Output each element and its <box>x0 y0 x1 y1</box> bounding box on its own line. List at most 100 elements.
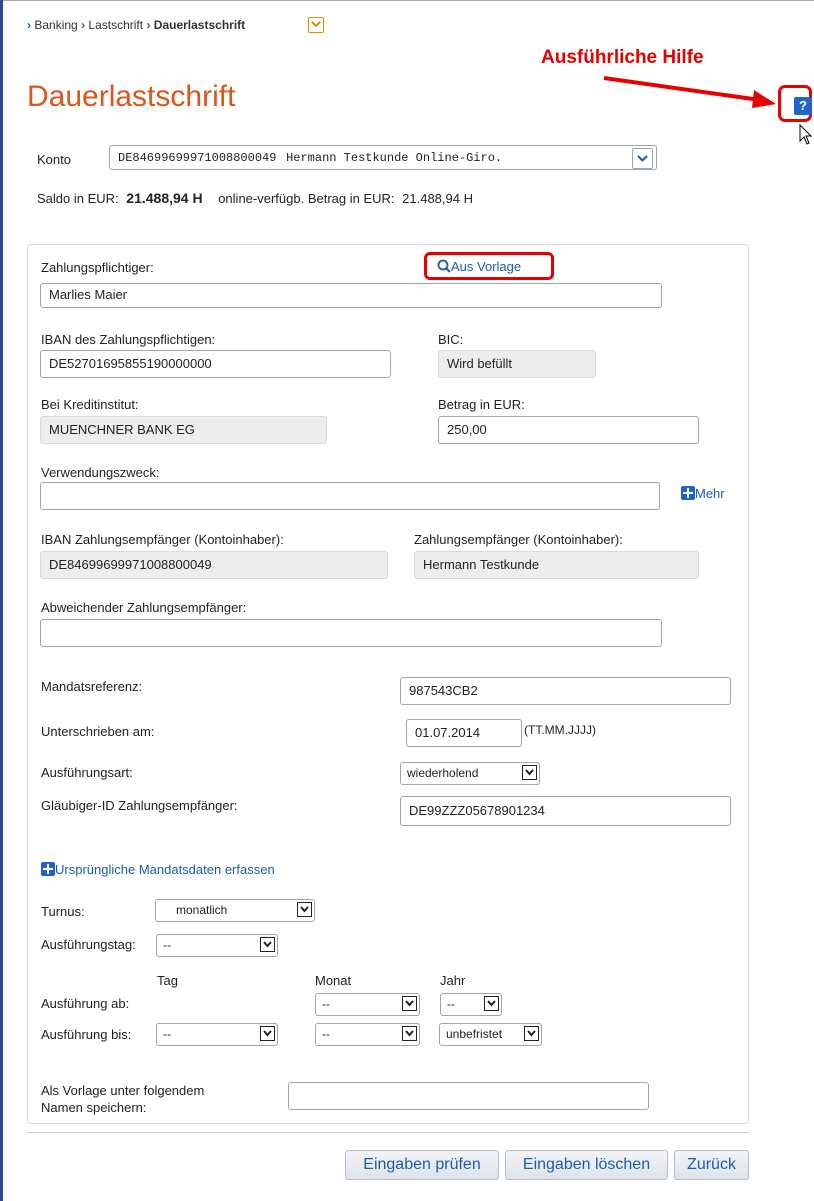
template-save-label-2: Namen speichern: <box>41 1100 147 1115</box>
exec-from-month-value: -- <box>322 997 330 1011</box>
column-year: Jahr <box>440 973 466 988</box>
interval-label: Turnus: <box>41 904 85 919</box>
breadcrumb-banking[interactable]: Banking <box>34 18 77 32</box>
chevron-down-icon <box>525 769 534 776</box>
date-format-hint: (TT.MM.JJJJ) <box>524 723 596 737</box>
dropdown-button[interactable] <box>402 996 417 1011</box>
chevron-down-icon <box>637 155 648 162</box>
exec-from-year-select[interactable]: -- <box>440 993 502 1016</box>
balance-line: Saldo in EUR: 21.488,94 H online-verfügb… <box>37 190 473 206</box>
help-annotation-label: Ausführliche Hilfe <box>541 47 704 68</box>
dropdown-button[interactable] <box>524 1026 539 1041</box>
exec-type-label: Ausführungsart: <box>41 765 133 780</box>
chevron-down-icon <box>405 1000 414 1007</box>
payer-iban-label: IBAN des Zahlungspflichtigen: <box>41 332 216 347</box>
exec-day-select[interactable]: -- <box>156 934 278 957</box>
dropdown-button[interactable] <box>484 996 499 1011</box>
left-edge-bar <box>0 0 3 1201</box>
purpose-input[interactable] <box>40 482 660 510</box>
plus-icon <box>41 862 55 876</box>
check-inputs-button[interactable]: Eingaben prüfen <box>345 1150 499 1180</box>
column-month: Monat <box>315 973 352 988</box>
signed-label: Unterschrieben am: <box>41 724 155 739</box>
payer-iban-input[interactable]: DE52701695855190000000 <box>40 350 391 378</box>
exec-from-month-select[interactable]: -- <box>315 993 420 1016</box>
dropdown-button[interactable] <box>260 1026 275 1041</box>
exec-from-label: Ausführung ab: <box>41 996 130 1011</box>
breadcrumb-lastschrift[interactable]: Lastschrift <box>88 18 143 32</box>
annotation-arrow-icon <box>603 76 776 108</box>
chevron-down-icon <box>263 1030 272 1037</box>
exec-to-day-select[interactable]: -- <box>156 1023 278 1046</box>
template-name-input[interactable] <box>288 1082 649 1110</box>
from-template-link[interactable]: Aus Vorlage <box>437 259 521 274</box>
bic-field: Wird befüllt <box>438 350 596 378</box>
mouse-cursor-icon <box>799 124 813 145</box>
account-iban: DE84699699971008800049 <box>118 151 277 165</box>
breadcrumb-arrow-icon: › <box>81 18 86 32</box>
available-value: 21.488,94 H <box>402 191 473 206</box>
exec-to-day-value: -- <box>163 1027 171 1041</box>
footer-separator <box>27 1132 749 1133</box>
purpose-label: Verwendungszweck: <box>41 465 160 480</box>
bank-field: MUENCHNER BANK EG <box>40 416 327 444</box>
exec-type-select[interactable]: wiederholend <box>400 762 540 785</box>
creditor-id-input[interactable]: DE99ZZZ05678901234 <box>400 796 731 826</box>
payer-input[interactable]: Marlies Maier <box>40 283 662 308</box>
original-mandate-label: Ursprüngliche Mandatsdaten erfassen <box>55 862 275 877</box>
chevron-down-icon <box>311 21 321 28</box>
chevron-down-icon <box>300 906 309 913</box>
alt-payee-input[interactable] <box>40 619 662 647</box>
page-title: Dauerlastschrift <box>27 80 236 113</box>
exec-to-month-select[interactable]: -- <box>315 1023 420 1046</box>
account-dropdown-button[interactable] <box>632 148 653 169</box>
breadcrumb-dropdown-button[interactable] <box>308 17 324 33</box>
payer-label: Zahlungspflichtiger: <box>41 260 154 275</box>
dropdown-button[interactable] <box>522 765 537 780</box>
exec-to-month-value: -- <box>322 1027 330 1041</box>
dropdown-button[interactable] <box>260 937 275 952</box>
account-holder: Hermann Testkunde Online-Giro. <box>286 151 503 165</box>
bic-label: BIC: <box>438 332 464 347</box>
exec-from-year-value: -- <box>447 997 455 1011</box>
chevron-down-icon <box>527 1030 536 1037</box>
exec-to-year-value: unbefristet <box>446 1027 503 1041</box>
dropdown-button[interactable] <box>402 1026 417 1041</box>
help-button[interactable]: ? <box>794 97 812 115</box>
plus-icon <box>681 486 695 500</box>
exec-day-value: -- <box>163 938 171 952</box>
balance-value: 21.488,94 H <box>126 190 203 206</box>
exec-to-label: Ausführung bis: <box>41 1027 132 1042</box>
template-save-label-1: Als Vorlage unter folgendem <box>41 1083 205 1098</box>
dropdown-button[interactable] <box>297 902 312 917</box>
signed-date-input[interactable]: 01.07.2014 <box>406 719 522 747</box>
amount-input[interactable]: 250,00 <box>438 416 699 444</box>
exec-type-value: wiederholend <box>407 766 479 780</box>
available-label: online-verfügb. Betrag in EUR: <box>218 191 395 206</box>
chevron-down-icon <box>487 1000 496 1007</box>
interval-select[interactable]: monatlich <box>155 899 315 922</box>
back-button[interactable]: Zurück <box>674 1150 749 1180</box>
payee-iban-label: IBAN Zahlungsempfänger (Kontoinhaber): <box>41 532 284 547</box>
payee-field: Hermann Testkunde <box>414 551 699 579</box>
mandate-ref-label: Mandatsreferenz: <box>41 679 143 694</box>
account-select[interactable]: DE84699699971008800049 Hermann Testkunde… <box>109 145 657 170</box>
chevron-down-icon <box>405 1030 414 1037</box>
from-template-label: Aus Vorlage <box>451 259 522 274</box>
chevron-down-icon <box>263 941 272 948</box>
mandate-ref-input[interactable]: 987543CB2 <box>400 677 731 705</box>
more-link[interactable]: Mehr <box>681 486 725 501</box>
search-icon <box>437 259 451 273</box>
original-mandate-link[interactable]: Ursprüngliche Mandatsdaten erfassen <box>41 862 275 877</box>
alt-payee-label: Abweichender Zahlungsempfänger: <box>41 600 247 615</box>
payee-label: Zahlungsempfänger (Kontoinhaber): <box>414 532 623 547</box>
interval-value: monatlich <box>176 903 228 917</box>
breadcrumb: › Banking › Lastschrift › Dauerlastschri… <box>27 18 245 32</box>
breadcrumb-arrow-icon: › <box>146 18 151 32</box>
clear-inputs-button[interactable]: Eingaben löschen <box>505 1150 668 1180</box>
exec-day-label: Ausführungstag: <box>41 937 136 952</box>
bank-label: Bei Kreditinstitut: <box>41 397 139 412</box>
account-label: Konto <box>37 152 71 167</box>
breadcrumb-arrow-icon: › <box>27 18 31 32</box>
exec-to-year-select[interactable]: unbefristet <box>439 1023 542 1046</box>
